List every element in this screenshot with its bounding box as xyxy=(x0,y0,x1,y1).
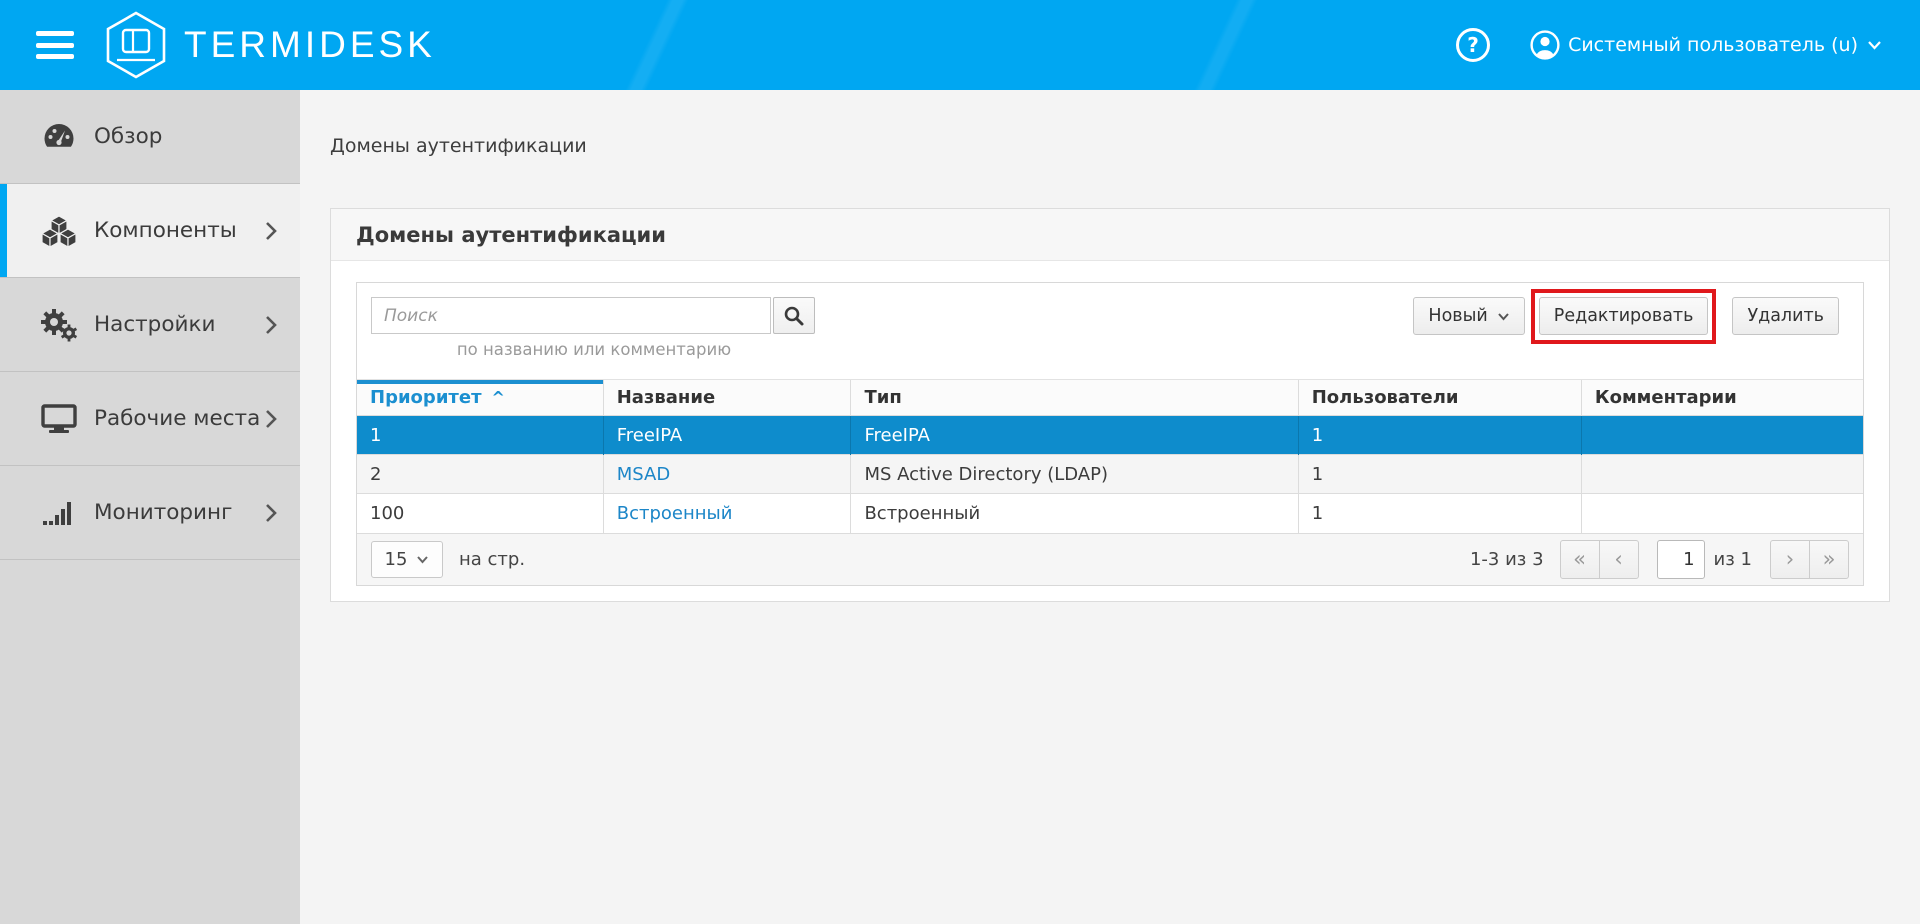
table-row[interactable]: 1 FreeIPA FreeIPA 1 xyxy=(357,416,1863,455)
sidebar-item-components[interactable]: Компоненты xyxy=(0,184,300,278)
table-row[interactable]: 2 MSAD MS Active Directory (LDAP) 1 xyxy=(357,455,1863,494)
chevron-down-icon xyxy=(1497,312,1510,321)
sidebar-item-workplaces[interactable]: Рабочие места xyxy=(0,372,300,466)
desktop-icon xyxy=(38,403,80,435)
cell-type: MS Active Directory (LDAP) xyxy=(851,455,1298,494)
auth-domains-panel: Домены аутентификации xyxy=(330,208,1890,602)
sidebar-item-monitoring[interactable]: Мониторинг xyxy=(0,466,300,560)
user-name: Системный пользователь (u) xyxy=(1568,34,1858,56)
cell-comments xyxy=(1581,416,1863,455)
search-icon xyxy=(783,305,805,327)
table-toolbar: по названию или комментарию Новый xyxy=(357,283,1863,379)
panel-header: Домены аутентификации xyxy=(331,209,1889,261)
page-number-input[interactable] xyxy=(1657,540,1705,579)
chevron-right-icon xyxy=(264,220,278,242)
new-button[interactable]: Новый xyxy=(1413,297,1524,335)
cell-comments xyxy=(1581,494,1863,533)
page-size-value: 15 xyxy=(385,549,408,570)
chevron-right-icon xyxy=(264,502,278,524)
column-header-type[interactable]: Тип xyxy=(851,380,1298,416)
page-size-select[interactable]: 15 xyxy=(371,541,443,578)
cubes-icon xyxy=(38,214,80,248)
gears-icon xyxy=(38,308,80,342)
new-button-label: Новый xyxy=(1428,306,1487,326)
column-header-comments[interactable]: Комментарии xyxy=(1581,380,1863,416)
cell-name-link[interactable]: Встроенный xyxy=(603,494,851,533)
total-pages-label: из 1 xyxy=(1714,549,1752,570)
column-label: Комментарии xyxy=(1595,387,1737,408)
chevron-down-icon xyxy=(1867,40,1882,50)
sidebar-item-label: Компоненты xyxy=(94,218,237,243)
pagination-bar: 15 на стр. 1-3 из 3 « ‹ из xyxy=(357,533,1863,585)
help-glyph: ? xyxy=(1467,33,1479,57)
table-row[interactable]: 100 Встроенный Встроенный 1 xyxy=(357,494,1863,533)
column-label: Пользователи xyxy=(1312,387,1459,408)
sidebar-item-label: Рабочие места xyxy=(94,406,260,431)
column-label: Название xyxy=(617,387,715,408)
chart-bars-icon xyxy=(38,498,80,528)
cell-type: FreeIPA xyxy=(851,416,1298,455)
sidebar-item-overview[interactable]: Обзор xyxy=(0,90,300,184)
cell-comments xyxy=(1581,455,1863,494)
cell-users: 1 xyxy=(1298,455,1581,494)
brand-title: TERMIDESK xyxy=(184,24,436,66)
prev-page-button[interactable]: ‹ xyxy=(1599,540,1639,579)
dashboard-icon xyxy=(38,121,80,153)
last-page-button[interactable]: » xyxy=(1809,540,1849,579)
top-bar: TERMIDESK ? Системный пользователь (u) xyxy=(0,0,1920,90)
table-header-row: Приоритет ^ Название Тип Пользователи xyxy=(357,380,1863,416)
table-container: по названию или комментарию Новый xyxy=(356,282,1864,586)
cell-priority: 1 xyxy=(357,416,603,455)
cell-name-link[interactable]: FreeIPA xyxy=(603,416,851,455)
sidebar-item-label: Настройки xyxy=(94,312,215,337)
termidesk-logo-icon[interactable] xyxy=(104,10,168,80)
chevron-down-icon xyxy=(416,555,429,564)
auth-domains-table: Приоритет ^ Название Тип Пользователи xyxy=(357,379,1863,533)
cell-type: Встроенный xyxy=(851,494,1298,533)
cell-priority: 100 xyxy=(357,494,603,533)
sidebar-item-label: Обзор xyxy=(94,124,162,149)
cell-users: 1 xyxy=(1298,416,1581,455)
column-header-users[interactable]: Пользователи xyxy=(1298,380,1581,416)
main-content: Домены аутентификации Домены аутентифика… xyxy=(300,90,1920,924)
column-label: Тип xyxy=(864,387,901,408)
chevron-right-icon xyxy=(264,408,278,430)
cell-priority: 2 xyxy=(357,455,603,494)
panel-title: Домены аутентификации xyxy=(356,223,666,247)
delete-button[interactable]: Удалить xyxy=(1732,297,1839,335)
column-header-name[interactable]: Название xyxy=(603,380,851,416)
sidebar: Обзор Компоненты xyxy=(0,90,300,924)
chevron-right-icon xyxy=(264,314,278,336)
sidebar-item-settings[interactable]: Настройки xyxy=(0,278,300,372)
sidebar-item-label: Мониторинг xyxy=(94,500,232,525)
sort-asc-icon: ^ xyxy=(492,388,505,407)
column-label: Приоритет xyxy=(370,387,482,408)
search-input[interactable] xyxy=(371,297,771,334)
first-page-button[interactable]: « xyxy=(1560,540,1600,579)
search-hint: по названию или комментарию xyxy=(371,340,817,359)
user-avatar-icon xyxy=(1530,30,1560,60)
column-header-priority[interactable]: Приоритет ^ xyxy=(357,380,603,416)
edit-button-label: Редактировать xyxy=(1554,306,1694,326)
edit-button[interactable]: Редактировать xyxy=(1539,297,1709,335)
breadcrumb: Домены аутентификации xyxy=(330,135,587,157)
user-menu[interactable]: Системный пользователь (u) xyxy=(1530,30,1890,60)
help-icon[interactable]: ? xyxy=(1456,28,1490,62)
cell-name-link[interactable]: MSAD xyxy=(603,455,851,494)
cell-users: 1 xyxy=(1298,494,1581,533)
pagination-range: 1-3 из 3 xyxy=(1470,549,1544,570)
hamburger-menu-icon[interactable] xyxy=(36,31,74,59)
search-button[interactable] xyxy=(773,297,815,334)
next-page-button[interactable]: › xyxy=(1770,540,1810,579)
page-size-suffix: на стр. xyxy=(459,549,525,570)
delete-button-label: Удалить xyxy=(1747,306,1824,326)
